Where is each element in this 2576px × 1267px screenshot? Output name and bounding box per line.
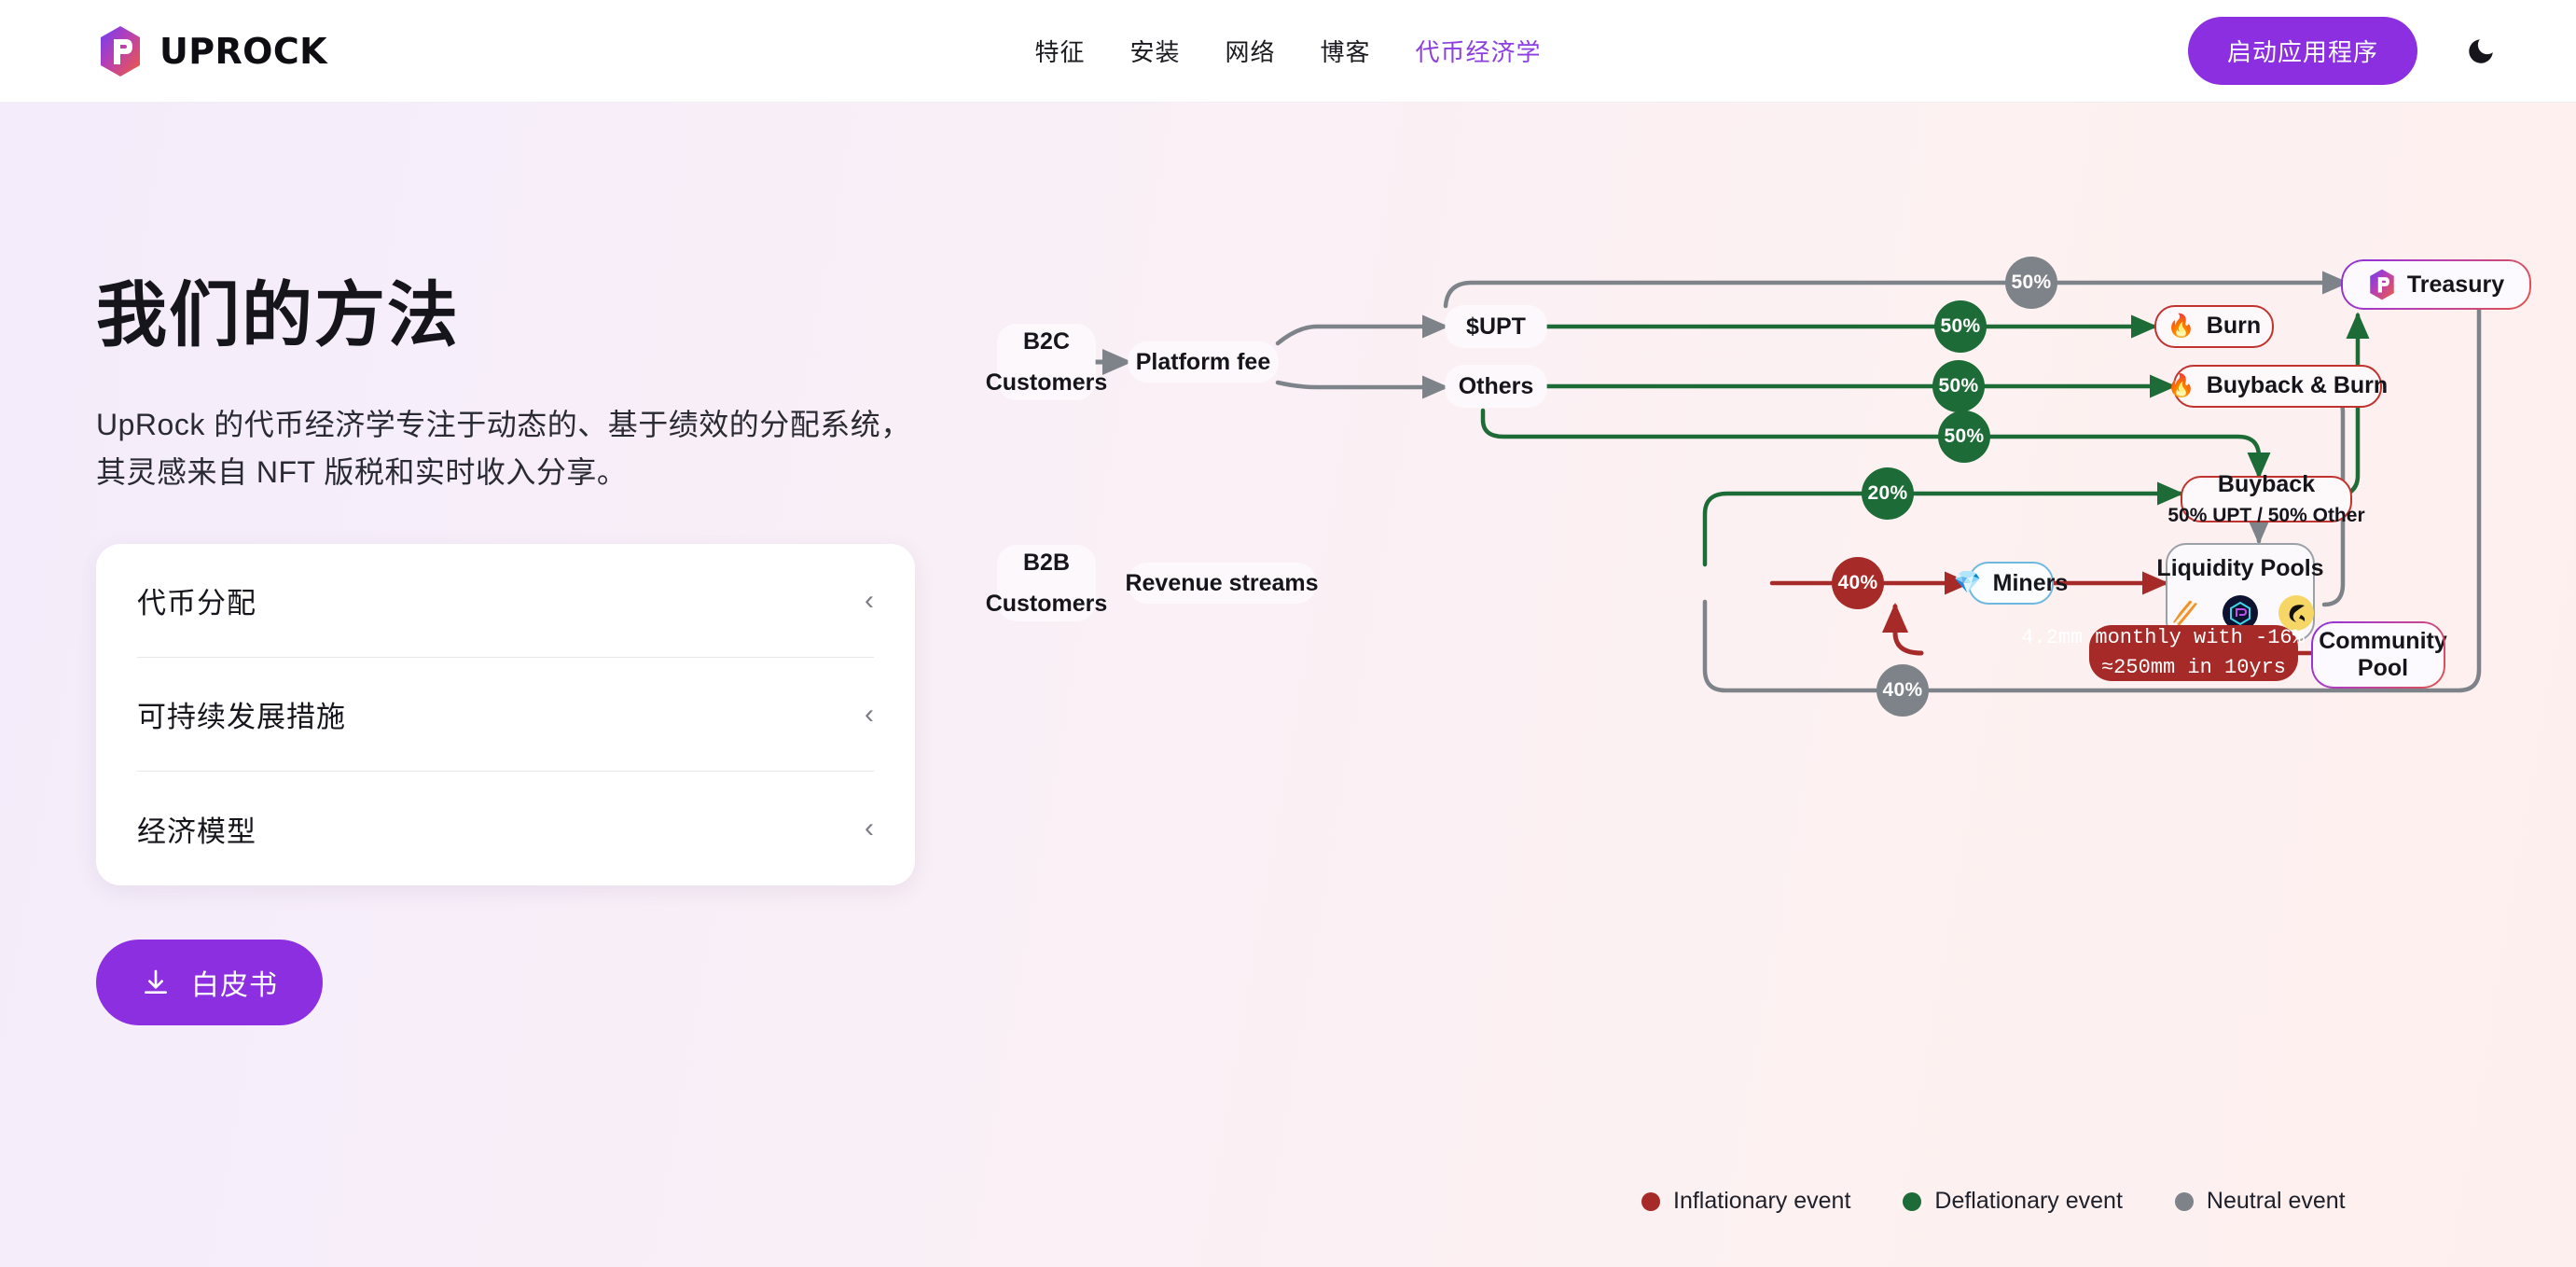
legend-dot-neutral [2175, 1192, 2194, 1211]
node-miners[interactable]: 💎 Miners [1968, 562, 2054, 605]
node-label: Others [1459, 371, 1534, 402]
edge-upt-treasury [1446, 283, 2346, 306]
badge-revenue-to-miners: 40% [1832, 557, 1884, 609]
community-pool-labels: Community Pool [2319, 628, 2447, 682]
apy-line2: ≈250mm in 10yrs [2101, 653, 2286, 683]
badge-upt-to-treasury: 50% [2005, 257, 2057, 309]
top-navigation-bar: UPROCK 特征 安装 网络 博客 代币经济学 启动应用程序 [0, 0, 2576, 103]
node-label: Revenue streams [1125, 568, 1318, 599]
badge-others-to-buyburn: 50% [1932, 360, 1985, 412]
accordion-item-token-distribution[interactable]: 代币分配 ‹ [137, 544, 874, 658]
tokenomics-flow-diagram: B2C Customers Platform fee $UPT Others 🔥… [989, 103, 2576, 1267]
legend-label: Neutral event [2207, 1188, 2346, 1215]
tokenomics-accordion: 代币分配 ‹ 可持续发展措施 ‹ 经济模型 ‹ [96, 544, 915, 885]
node-b2b-customers[interactable]: B2B Customers [998, 546, 1095, 620]
gem-emoji-icon: 💎 [1954, 572, 1982, 594]
edge-platform-upt [1278, 327, 1446, 343]
nav-link-blog[interactable]: 博客 [1321, 34, 1371, 68]
launch-app-button[interactable]: 启动应用程序 [2188, 17, 2417, 85]
nav-link-network[interactable]: 网络 [1225, 34, 1275, 68]
legend-dot-deflationary [1903, 1192, 1921, 1211]
node-label-line1: B2B [1023, 548, 1070, 578]
legend-label: Deflationary event [1934, 1188, 2123, 1215]
legend-item-inflationary: Inflationary event [1641, 1188, 1850, 1215]
nav-right-actions: 启动应用程序 [2188, 17, 2501, 85]
node-label-line2: Pool [2319, 655, 2447, 682]
node-label: Platform fee [1136, 347, 1270, 378]
node-label-line1: Community [2319, 628, 2447, 655]
accordion-label: 经济模型 [137, 808, 256, 850]
node-label: Treasury [2407, 272, 2504, 299]
node-apy-annotation: 4.2mm monthly with -16% APY: ≈250mm in 1… [2089, 625, 2298, 681]
node-community-pool[interactable]: Community Pool [2313, 623, 2444, 687]
chevron-left-icon: ‹ [865, 814, 874, 842]
accordion-label: 代币分配 [137, 579, 256, 621]
node-label-line2: Customers [986, 368, 1108, 398]
badge-revenue-to-buyback: 20% [1862, 467, 1914, 520]
chevron-left-icon: ‹ [865, 701, 874, 729]
legend-dot-inflationary [1641, 1192, 1660, 1211]
page-title: 我们的方法 [96, 275, 989, 356]
node-label-line1: B2C [1023, 327, 1070, 357]
nav-link-tokenomics[interactable]: 代币经济学 [1416, 34, 1542, 68]
uprock-logo-icon [98, 25, 143, 77]
node-revenue-streams[interactable]: Revenue streams [1129, 564, 1315, 603]
node-label: $UPT [1466, 312, 1526, 342]
legend-label: Inflationary event [1673, 1188, 1850, 1215]
brand-name: UPROCK [159, 31, 327, 72]
edge-others-buyback [1483, 411, 2259, 476]
fire-emoji-icon: 🔥 [2167, 375, 2195, 397]
node-upt-token[interactable]: $UPT [1446, 306, 1546, 347]
hero-left-column: 我们的方法 UpRock 的代币经济学专注于动态的、基于绩效的分配系统，其灵感来… [0, 103, 989, 1267]
badge-others-to-buyback: 50% [1938, 411, 1990, 463]
badge-upt-to-burn: 50% [1934, 300, 1987, 353]
node-label: Miners [1993, 570, 2069, 597]
edge-revenue-buyback [1705, 494, 2181, 564]
node-label-line2: 50% UPT / 50% Other [2167, 503, 2364, 529]
node-label: Burn [2207, 311, 2261, 342]
node-others[interactable]: Others [1446, 366, 1546, 407]
page-description: UpRock 的代币经济学专注于动态的、基于绩效的分配系统，其灵感来自 NFT … [96, 401, 935, 495]
node-label-line1: Buyback [2218, 469, 2315, 501]
accordion-item-economic-model[interactable]: 经济模型 ‹ [137, 772, 874, 885]
node-treasury[interactable]: Treasury [2343, 261, 2529, 308]
diagram-legend: Inflationary event Deflationary event Ne… [1641, 1188, 2346, 1215]
legend-item-deflationary: Deflationary event [1903, 1188, 2123, 1215]
node-burn[interactable]: 🔥 Burn [2154, 305, 2274, 348]
fire-emoji-icon: 🔥 [2167, 315, 2195, 338]
moon-icon [2465, 35, 2497, 67]
nav-link-install[interactable]: 安装 [1129, 34, 1180, 68]
node-label: Liquidity Pools [2156, 553, 2323, 585]
edge-platform-others [1278, 383, 1446, 387]
hero-section: 我们的方法 UpRock 的代币经济学专注于动态的、基于绩效的分配系统，其灵感来… [0, 103, 2576, 1267]
node-label-line2: Customers [986, 589, 1108, 620]
accordion-item-sustainability[interactable]: 可持续发展措施 ‹ [137, 658, 874, 772]
brand-logo[interactable]: UPROCK [98, 25, 327, 77]
whitepaper-download-button[interactable]: 白皮书 [96, 940, 323, 1025]
nav-link-features[interactable]: 特征 [1034, 34, 1085, 68]
badge-revenue-to-treasury: 40% [1877, 664, 1929, 717]
node-label: Buyback & Burn [2207, 370, 2388, 402]
uprock-logo-icon [2368, 269, 2396, 300]
whitepaper-label: 白皮书 [191, 962, 278, 1003]
chevron-left-icon: ‹ [865, 587, 874, 615]
accordion-label: 可持续发展措施 [137, 693, 346, 735]
node-buyback-and-burn[interactable]: 🔥 Buyback & Burn [2173, 365, 2382, 408]
download-icon [141, 968, 171, 997]
node-buyback[interactable]: Buyback 50% UPT / 50% Other [2181, 476, 2352, 522]
theme-toggle-button[interactable] [2460, 31, 2501, 72]
node-b2c-customers[interactable]: B2C Customers [998, 325, 1095, 399]
legend-item-neutral: Neutral event [2175, 1188, 2346, 1215]
edge-apy-miners [1895, 606, 1921, 653]
nav-links: 特征 安装 网络 博客 代币经济学 [1034, 34, 1541, 68]
node-platform-fee[interactable]: Platform fee [1129, 342, 1278, 382]
